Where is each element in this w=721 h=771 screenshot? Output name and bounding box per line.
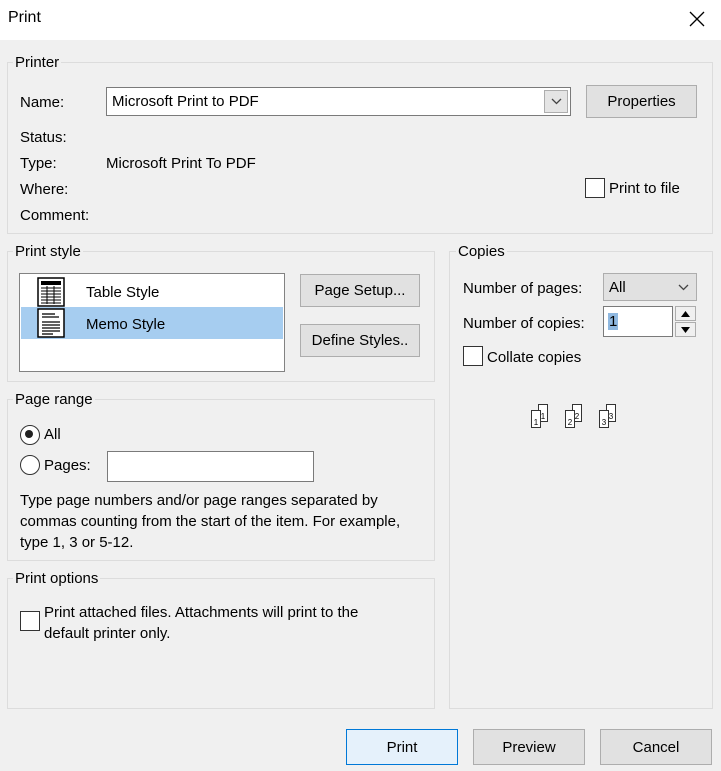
number-of-pages-select[interactable]: All — [603, 273, 697, 301]
number-of-copies-input[interactable]: 1 — [603, 306, 673, 337]
printer-name-value: Microsoft Print to PDF — [112, 93, 259, 110]
number-of-pages-value: All — [609, 279, 626, 296]
print-to-file-checkbox[interactable] — [585, 178, 605, 198]
page-range-legend: Page range — [13, 391, 95, 409]
name-label: Name: — [20, 94, 65, 111]
page-range-help-line1: Type page numbers and/or page ranges sep… — [20, 492, 378, 509]
printer-name-select[interactable]: Microsoft Print to PDF — [106, 87, 571, 116]
close-button[interactable] — [673, 0, 721, 38]
define-styles-button[interactable]: Define Styles.. — [300, 324, 420, 357]
collate-copies-checkbox[interactable] — [463, 346, 483, 366]
collate-copies-label: Collate copies — [487, 349, 582, 366]
print-button[interactable]: Print — [346, 729, 458, 765]
chevron-down-icon — [678, 284, 689, 291]
close-icon — [689, 11, 705, 27]
table-style-icon — [37, 277, 65, 307]
list-item-memo-style[interactable]: Memo Style — [21, 307, 283, 339]
where-label: Where: — [20, 181, 69, 198]
page-range-pages-radio[interactable] — [20, 455, 40, 475]
page-setup-button[interactable]: Page Setup... — [300, 274, 420, 307]
print-options-legend: Print options — [13, 570, 101, 588]
type-label: Type: — [20, 155, 57, 172]
copies-spin-up-button[interactable] — [675, 306, 696, 321]
page-icon: 3 — [599, 410, 609, 428]
page-icon: 1 — [531, 410, 541, 428]
print-options-group — [7, 578, 435, 709]
page-range-all-radio[interactable] — [20, 425, 40, 445]
comment-label: Comment: — [20, 207, 90, 224]
type-value: Microsoft Print To PDF — [106, 155, 256, 172]
print-to-file-label: Print to file — [609, 180, 680, 197]
properties-button[interactable]: Properties — [586, 85, 697, 118]
print-attached-files-checkbox[interactable] — [20, 611, 40, 631]
collate-preview-icon: 1 1 2 2 3 3 — [530, 402, 630, 432]
chevron-down-icon — [551, 98, 561, 105]
printer-legend: Printer — [13, 54, 62, 72]
triangle-up-icon — [681, 310, 690, 317]
preview-button[interactable]: Preview — [473, 729, 585, 765]
page-range-all-label: All — [44, 426, 61, 443]
page-range-help-line3: type 1, 3 or 5-12. — [20, 534, 134, 551]
print-attached-files-line2: default printer only. — [44, 625, 171, 642]
number-of-pages-label: Number of pages: — [463, 280, 583, 297]
print-style-list[interactable]: Table Style Memo Style — [19, 273, 285, 372]
list-item-table-style[interactable]: Table Style — [21, 275, 283, 307]
number-of-copies-label: Number of copies: — [463, 315, 585, 332]
triangle-down-icon — [681, 326, 690, 333]
list-item-label: Table Style — [86, 284, 160, 301]
dialog-title: Print — [8, 9, 41, 26]
title-bar: Print — [0, 0, 721, 40]
memo-style-icon — [37, 308, 65, 338]
cancel-button[interactable]: Cancel — [600, 729, 712, 765]
page-range-pages-input[interactable] — [107, 451, 314, 482]
print-attached-files-line1: Print attached files. Attachments will p… — [44, 604, 359, 621]
copies-spin-down-button[interactable] — [675, 322, 696, 337]
page-icon: 2 — [565, 410, 575, 428]
page-range-help-line2: commas counting from the start of the it… — [20, 513, 401, 530]
number-of-copies-value: 1 — [608, 313, 619, 330]
page-range-pages-label: Pages: — [44, 457, 91, 474]
status-label: Status: — [20, 129, 67, 146]
list-item-label: Memo Style — [86, 316, 166, 333]
printer-name-dropdown-button[interactable] — [544, 90, 568, 113]
print-style-legend: Print style — [13, 243, 83, 261]
copies-legend: Copies — [456, 243, 507, 261]
